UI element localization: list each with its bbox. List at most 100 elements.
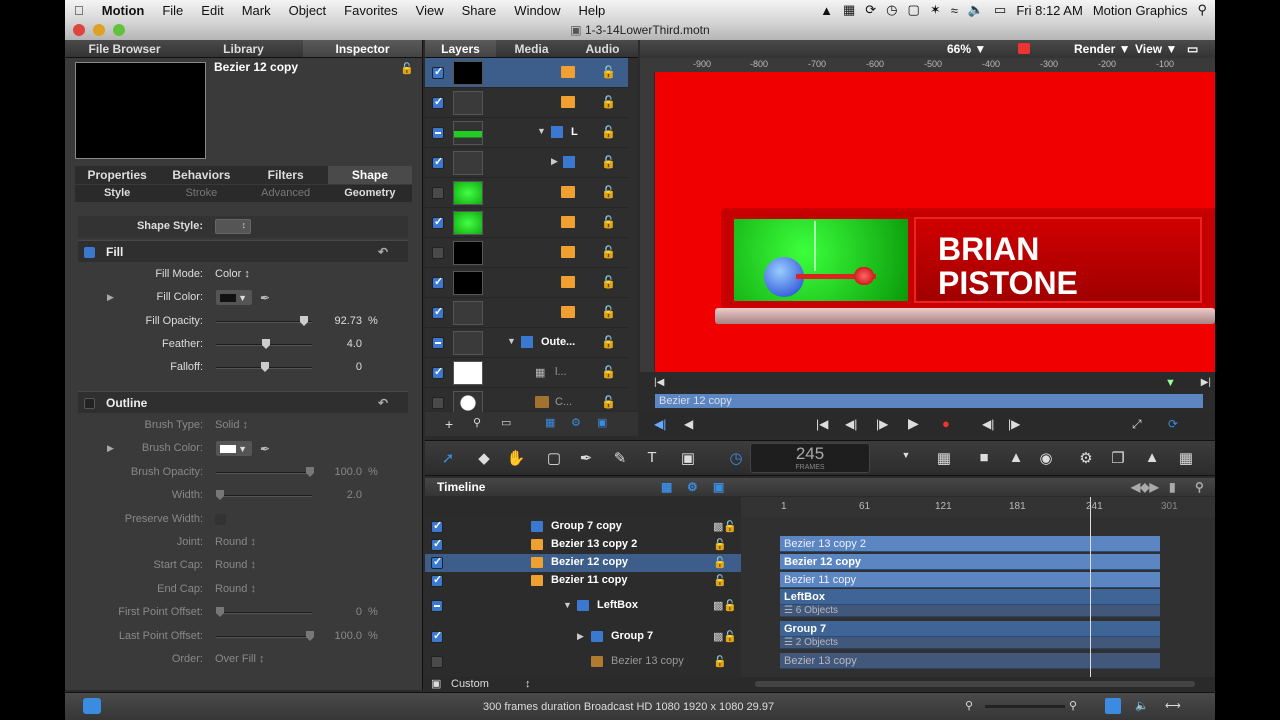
layer-checkbox[interactable] (432, 247, 444, 259)
track-bar-selected[interactable]: Bezier 12 copy (780, 554, 1160, 570)
menu-view[interactable]: View (407, 3, 453, 18)
replicator-icon[interactable]: ❐ (1107, 449, 1129, 469)
joint-select[interactable]: Round ↕ (215, 536, 256, 548)
mask-tool-icon[interactable]: ▣ (677, 449, 699, 469)
timeline-row[interactable]: Group 7 copy ▩🔓 (425, 518, 741, 536)
slider-thumb[interactable] (306, 631, 314, 641)
tab-shape[interactable]: Shape (327, 166, 412, 184)
mini-timeline-bar[interactable]: Bezier 12 copy (655, 394, 1203, 408)
timeline-row[interactable]: Bezier 12 copy 🔓 (425, 554, 741, 572)
mini-timeline[interactable]: |◀ ▼ ▶| (650, 377, 1215, 390)
disclosure-triangle-icon[interactable]: ▶ (577, 631, 584, 642)
layout-icon[interactable]: ▭ (1187, 42, 1198, 56)
rectangle-tool-icon[interactable]: ▢ (543, 449, 565, 469)
width-slider[interactable] (216, 490, 312, 500)
battery-icon[interactable]: ▭ (994, 2, 1006, 18)
layer-checkbox[interactable] (432, 365, 444, 379)
layer-checkbox[interactable] (432, 275, 444, 289)
next-keyframe-icon[interactable]: |▶ (1008, 417, 1020, 431)
disclosure-triangle-icon[interactable]: ▼ (563, 600, 572, 610)
name-line-2[interactable]: PISTONE (938, 265, 1078, 302)
timeline-tracks[interactable]: Bezier 13 copy 2 Bezier 12 copy Bezier 1… (741, 517, 1215, 677)
layer-checkbox[interactable] (432, 187, 444, 199)
snap-icon[interactable]: ▮ (1169, 478, 1176, 496)
group-contents-bar[interactable]: ☰ 6 Objects (780, 605, 1160, 617)
fill-color-well[interactable]: ▼ (216, 290, 252, 305)
lock-icon[interactable]: 🔓 (713, 574, 727, 587)
timeline-playhead[interactable] (1090, 497, 1091, 677)
audio-icon[interactable]: 🔈 (1135, 693, 1149, 719)
group-track-bar[interactable]: LeftBox (780, 589, 1160, 605)
library-icon[interactable]: ▦ (933, 449, 955, 469)
loop-icon[interactable]: ⟳ (1168, 417, 1178, 431)
menu-window[interactable]: Window (505, 3, 569, 18)
previous-frame-icon[interactable]: ◀| (845, 417, 857, 431)
menu-favorites[interactable]: Favorites (335, 3, 406, 18)
lock-icon[interactable]: 🔓 (713, 556, 727, 569)
timeline-row[interactable]: Bezier 13 copy 🔓 (425, 653, 741, 671)
lock-icon[interactable]: 🔓 (601, 275, 616, 289)
tab-media[interactable]: Media (496, 40, 567, 57)
close-button[interactable] (73, 24, 85, 36)
slider-thumb[interactable] (216, 490, 224, 500)
display-icon[interactable]: ▢ (908, 2, 920, 18)
grid-icon[interactable]: ▦ (843, 2, 855, 18)
tab-file-browser[interactable]: File Browser (65, 40, 184, 57)
slider-thumb[interactable] (300, 316, 308, 326)
menu-help[interactable]: Help (570, 3, 615, 18)
timeline-scrollbar[interactable] (755, 681, 1195, 687)
show-masks-icon[interactable]: ▣ (597, 416, 607, 429)
show-masks-icon[interactable]: ▣ (713, 478, 724, 496)
layer-row[interactable]: ▼ Oute... 🔓 (425, 328, 628, 358)
pan-tool-icon[interactable]: ✋ (505, 449, 527, 469)
width-value[interactable]: 2.0 (322, 489, 362, 501)
volume-icon[interactable]: ◀ (684, 417, 693, 431)
name-box-graphic[interactable]: BRIAN PISTONE (914, 217, 1202, 303)
show-behaviors-icon[interactable]: ⚙ (571, 416, 581, 429)
brush-opacity-slider[interactable] (216, 467, 314, 477)
tab-behaviors[interactable]: Behaviors (159, 166, 243, 184)
show-layers-icon[interactable]: ▦ (661, 478, 672, 496)
preserve-width-checkbox[interactable] (215, 514, 226, 525)
layer-checkbox[interactable] (432, 65, 444, 79)
show-behaviors-icon[interactable]: ⚙ (687, 478, 698, 496)
row-checkbox[interactable] (431, 656, 443, 668)
reset-icon[interactable]: ↶ (378, 392, 388, 414)
menu-mark[interactable]: Mark (233, 3, 280, 18)
order-select[interactable]: Over Fill ↕ (215, 653, 265, 665)
layer-checkbox[interactable] (432, 337, 444, 349)
layer-checkbox[interactable] (432, 305, 444, 319)
outline-checkbox[interactable] (84, 398, 95, 409)
track-bar[interactable]: Bezier 11 copy (780, 572, 1160, 588)
layout-icon[interactable]: ▣ (431, 677, 441, 691)
adobe-icon[interactable]: ▲ (820, 3, 833, 18)
layer-checkbox[interactable] (432, 215, 444, 229)
lock-icon[interactable]: 🔓 (601, 395, 616, 409)
layer-checkbox[interactable] (432, 397, 444, 409)
bluetooth-icon[interactable]: ✶ (930, 2, 941, 18)
shape-style-picker[interactable]: ↕ (215, 219, 251, 234)
search-icon[interactable]: ⚲ (473, 416, 481, 429)
fill-checkbox[interactable] (84, 247, 95, 258)
zoom-out-icon[interactable]: ⚲ (965, 693, 973, 719)
row-checkbox[interactable] (431, 629, 443, 643)
disclosure-triangle-icon[interactable]: ▶ (107, 443, 114, 454)
layer-row[interactable]: 🔓 (425, 208, 628, 238)
tab-properties[interactable]: Properties (75, 166, 159, 184)
channels-icon[interactable] (1018, 43, 1030, 54)
fullscreen-icon[interactable]: ⤢ (1132, 417, 1142, 432)
eyedropper-icon[interactable]: ✒ (260, 291, 270, 305)
last-point-offset-slider[interactable] (216, 631, 314, 641)
bezier-tool-icon[interactable]: ✒ (575, 449, 597, 469)
trash-icon[interactable]: ▭ (501, 416, 511, 429)
timeline-zoom-slider[interactable] (985, 705, 1065, 708)
disclosure-triangle-icon[interactable]: ▼ (537, 126, 546, 136)
group-track-bar[interactable]: Group 7 (780, 621, 1160, 637)
adjust-anchor-tool-icon[interactable]: ◆ (473, 449, 495, 469)
zoom-select[interactable]: 66% ▼ (947, 42, 986, 56)
show-layers-icon[interactable]: ▦ (545, 416, 555, 429)
keyframe-editor-icon[interactable]: ⟷ (1165, 693, 1181, 719)
track-bar[interactable]: Bezier 13 copy 2 (780, 536, 1160, 552)
previous-keyframe-icon[interactable]: ◀| (982, 417, 994, 431)
layer-row[interactable]: ▼ L 🔓 (425, 118, 628, 148)
